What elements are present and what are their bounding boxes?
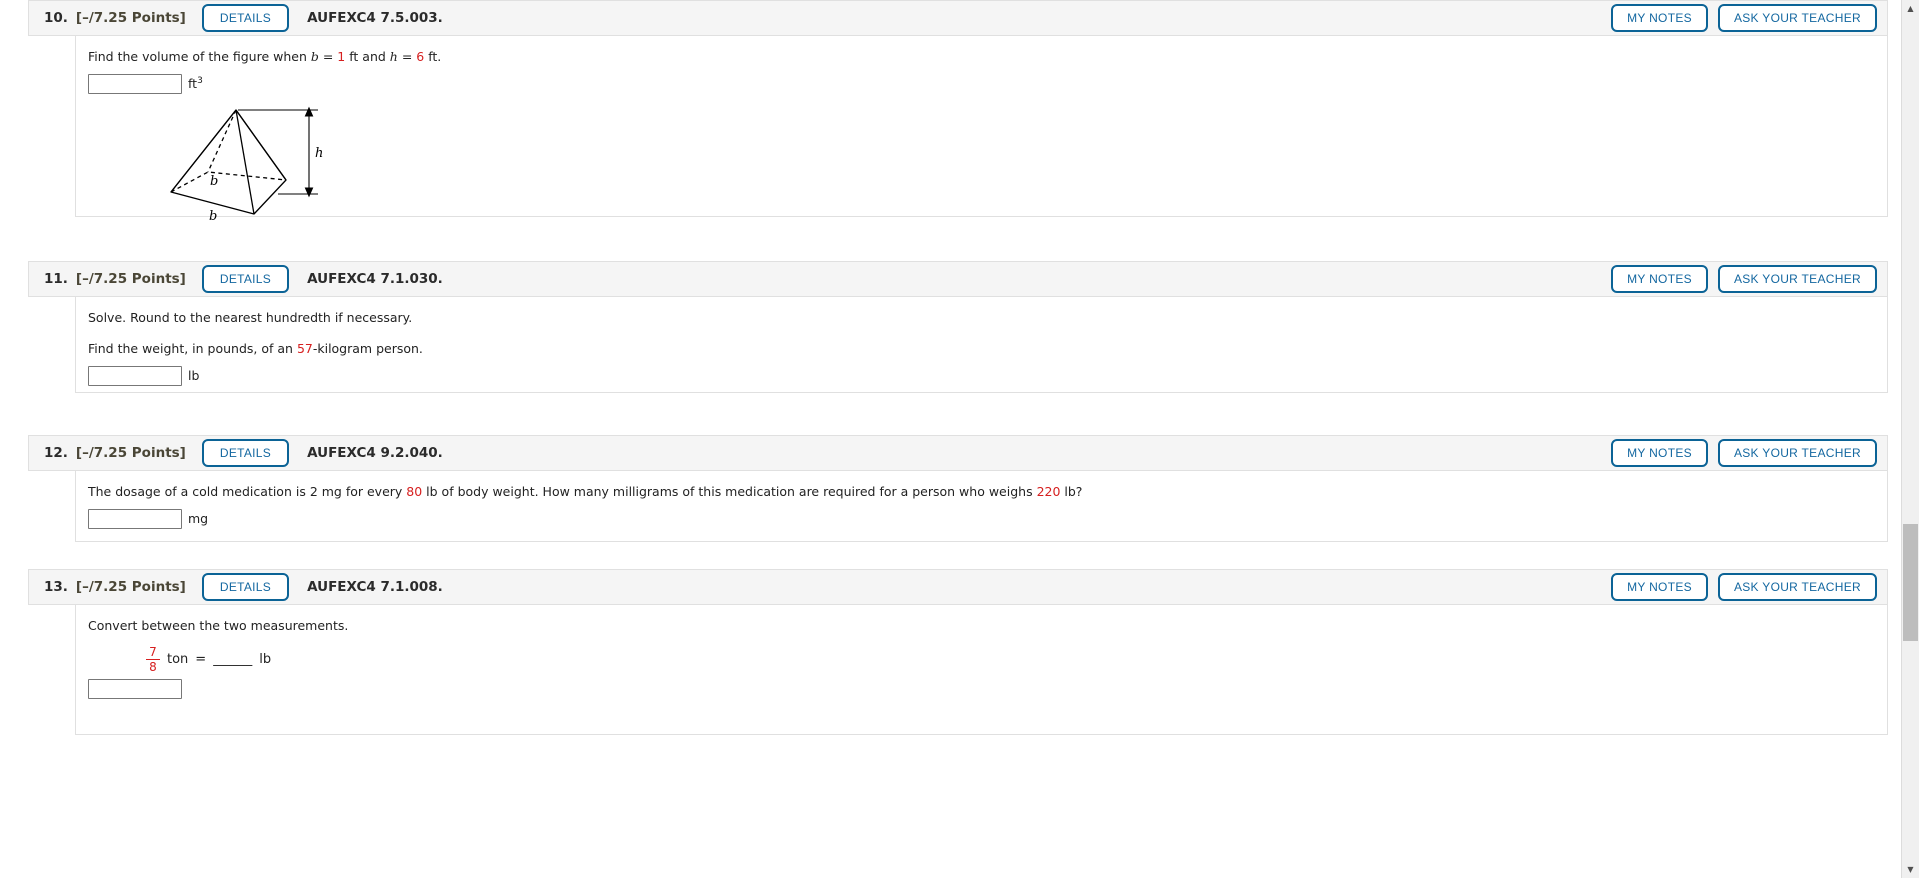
problem-card-10: 10. [–/7.25 Points] DETAILS AUFEXC4 7.5.…: [28, 0, 1888, 224]
answer-row-10: ft3: [88, 73, 1887, 94]
answer-input-12[interactable]: [88, 508, 182, 529]
problem-code: AUFEXC4 7.1.030.: [307, 271, 443, 287]
question-text-10: Find the volume of the figure when b = 1…: [88, 48, 1887, 67]
answer-blank: ______: [213, 651, 253, 667]
my-notes-button[interactable]: MY NOTES: [1611, 439, 1708, 467]
problem-number: 13.: [44, 579, 68, 595]
my-notes-button[interactable]: MY NOTES: [1611, 4, 1708, 32]
base-label-front: b: [209, 209, 217, 224]
height-label: h: [315, 146, 323, 161]
details-button[interactable]: DETAILS: [201, 439, 290, 467]
problem-points: [–/7.25 Points]: [75, 445, 186, 461]
details-button[interactable]: DETAILS: [201, 265, 290, 293]
equals-1: =: [318, 49, 338, 64]
problem-header-10: 10. [–/7.25 Points] DETAILS AUFEXC4 7.5.…: [28, 0, 1888, 36]
prompt-b: lb of body weight. How many milligrams o…: [422, 484, 1037, 499]
square-pyramid-svg: h b b: [170, 106, 323, 224]
problem-card-13: 13. [–/7.25 Points] DETAILS AUFEXC4 7.1.…: [28, 569, 1888, 735]
problem-number: 10.: [44, 10, 68, 26]
problem-card-12: 12. [–/7.25 Points] DETAILS AUFEXC4 9.2.…: [28, 435, 1888, 542]
prompt-post: ft.: [424, 49, 442, 64]
value-weight-2: 220: [1036, 484, 1061, 499]
prompt-mid: ft and: [345, 49, 390, 64]
problem-number: 12.: [44, 445, 68, 461]
problem-points: [–/7.25 Points]: [75, 10, 186, 26]
scroll-up-arrow-icon[interactable]: ▲: [1902, 0, 1919, 17]
problem-card-11: 11. [–/7.25 Points] DETAILS AUFEXC4 7.1.…: [28, 261, 1888, 393]
answer-unit-10: ft3: [188, 76, 203, 91]
question-text-11: Find the weight, in pounds, of an 57-kil…: [88, 340, 1887, 359]
answer-input-10[interactable]: [88, 73, 182, 94]
instruction-text-13: Convert between the two measurements.: [88, 618, 349, 633]
details-button[interactable]: DETAILS: [201, 4, 290, 32]
unit-from: ton: [167, 651, 189, 667]
my-notes-button[interactable]: MY NOTES: [1611, 265, 1708, 293]
unit-text: ft: [188, 76, 198, 92]
problem-body-11: Solve. Round to the nearest hundredth if…: [75, 297, 1888, 393]
unit-exponent: 3: [197, 76, 203, 87]
answer-input-13[interactable]: [88, 678, 182, 699]
answer-row-12: mg: [88, 508, 1887, 529]
problem-code: AUFEXC4 7.5.003.: [307, 10, 443, 26]
equals-sign: =: [195, 651, 207, 667]
answer-unit-11: lb: [188, 368, 200, 383]
pyramid-figure: h b b: [166, 102, 1887, 241]
ask-your-teacher-button[interactable]: ASK YOUR TEACHER: [1717, 265, 1877, 293]
prompt-pre: Find the weight, in pounds, of an: [88, 340, 297, 356]
answer-row-13: [88, 678, 1887, 699]
scroll-down-arrow-icon[interactable]: ▼: [1902, 861, 1919, 878]
scrollbar-thumb[interactable]: [1903, 524, 1918, 641]
problem-body-12: The dosage of a cold medication is 2 mg …: [75, 471, 1888, 542]
vertical-scrollbar[interactable]: ▲ ▼: [1901, 0, 1919, 878]
details-button[interactable]: DETAILS: [201, 573, 290, 601]
variable-h: h: [389, 49, 398, 64]
answer-row-11: lb: [88, 365, 1887, 386]
problem-points: [–/7.25 Points]: [75, 271, 186, 287]
equals-2: =: [397, 49, 417, 64]
prompt-c: lb?: [1060, 484, 1083, 499]
problem-body-10: Find the volume of the figure when b = 1…: [75, 36, 1888, 224]
problem-code: AUFEXC4 7.1.008.: [307, 579, 443, 595]
unit-to: lb: [259, 651, 272, 667]
my-notes-button[interactable]: MY NOTES: [1611, 573, 1708, 601]
problem-header-13: 13. [–/7.25 Points] DETAILS AUFEXC4 7.1.…: [28, 569, 1888, 605]
problem-code: AUFEXC4 9.2.040.: [307, 445, 443, 461]
problem-header-11: 11. [–/7.25 Points] DETAILS AUFEXC4 7.1.…: [28, 261, 1888, 297]
fraction-numerator: 7: [149, 644, 157, 659]
ask-your-teacher-button[interactable]: ASK YOUR TEACHER: [1717, 439, 1877, 467]
prompt-a: The dosage of a cold medication is 2 mg …: [88, 484, 407, 499]
value-kilograms: 57: [296, 340, 313, 356]
answer-input-11[interactable]: [88, 365, 182, 386]
problem-header-12: 12. [–/7.25 Points] DETAILS AUFEXC4 9.2.…: [28, 435, 1888, 471]
base-label-back: b: [210, 174, 218, 189]
ask-your-teacher-button[interactable]: ASK YOUR TEACHER: [1717, 573, 1877, 601]
fraction-denominator: 8: [149, 659, 157, 674]
problem-body-13: Convert between the two measurements. 7 …: [75, 605, 1888, 735]
instruction-text-11: Solve. Round to the nearest hundredth if…: [88, 310, 413, 325]
question-text-12: The dosage of a cold medication is 2 mg …: [88, 483, 1887, 502]
prompt-pre: Find the volume of the figure when: [88, 49, 311, 64]
problem-number: 11.: [44, 271, 68, 287]
prompt-post: -kilogram person.: [312, 340, 423, 356]
ask-your-teacher-button[interactable]: ASK YOUR TEACHER: [1717, 4, 1877, 32]
variable-b: b: [310, 49, 319, 64]
problem-points: [–/7.25 Points]: [75, 579, 186, 595]
conversion-expression: 7 8 ton = ______ lb: [146, 646, 1887, 673]
value-weight-1: 80: [406, 484, 423, 499]
answer-unit-12: mg: [188, 511, 209, 527]
assignment-viewport: 10. [–/7.25 Points] DETAILS AUFEXC4 7.5.…: [0, 0, 1902, 878]
fraction-seven-eighths: 7 8: [146, 646, 160, 673]
